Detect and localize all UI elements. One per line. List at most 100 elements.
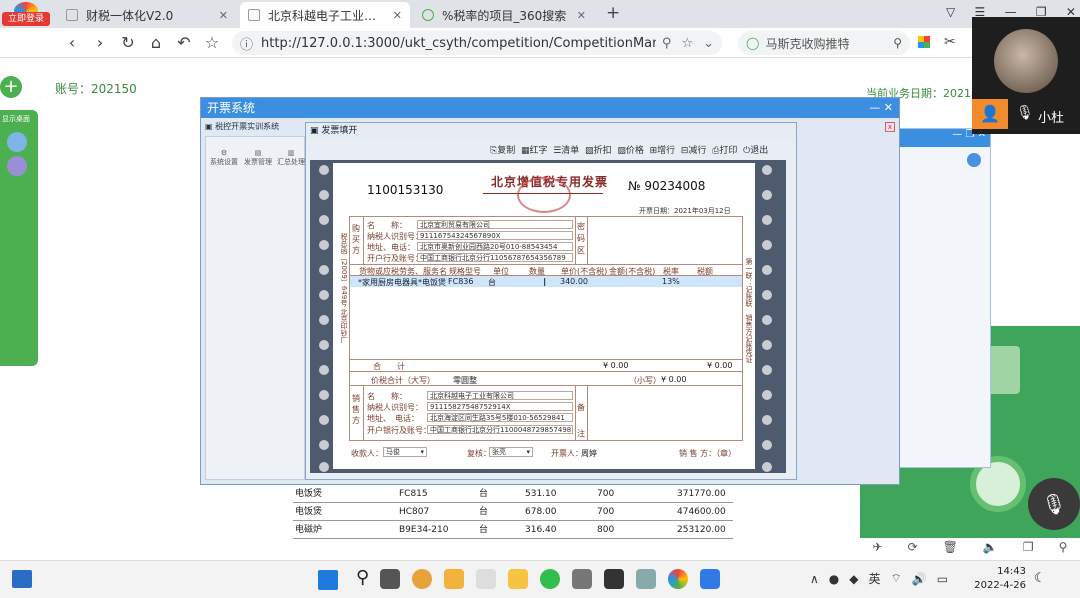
mute-mic-button[interactable]: 🎙	[1028, 478, 1080, 530]
tool-invoice-manage[interactable]: ▤ 发票管理	[242, 149, 274, 167]
seller-tax-field[interactable]: 91115827548752914X	[427, 402, 573, 411]
chevron-down-icon: ▾	[420, 448, 424, 456]
buyer-bank-field[interactable]: 中国工商银行北京分行11056787654356789	[417, 253, 573, 262]
print-button[interactable]: ⎙打印	[712, 146, 737, 156]
apps-icon[interactable]	[918, 36, 930, 48]
close-icon[interactable]: ✕	[577, 9, 586, 22]
dialog-controls[interactable]: — ✕	[869, 98, 893, 118]
app-icon[interactable]	[636, 569, 656, 589]
address-bar[interactable]: ⓘ http://127.0.0.1:3000/ukt_csyth/compet…	[232, 31, 722, 55]
buyer-tax-field[interactable]: 91116754324567890X	[417, 231, 573, 240]
add-row-button[interactable]: ⊞增行	[650, 146, 676, 156]
dialog-title: 开票系统	[207, 101, 256, 115]
copy-button[interactable]: ⎘复制	[490, 146, 515, 156]
refresh-icon[interactable]	[967, 153, 981, 167]
close-icon[interactable]: ✕	[219, 9, 228, 22]
tool-icon[interactable]: ⟳	[908, 540, 918, 558]
price-button[interactable]: ▨价格	[617, 146, 644, 156]
app-icon[interactable]	[444, 569, 464, 589]
back-icon[interactable]: ‹	[62, 33, 82, 53]
trash-icon[interactable]: 🗑	[943, 540, 958, 558]
product-table: 电饭煲 FC815 台 531.10 700 371770.00 电饭煲 HC8…	[293, 485, 733, 541]
chevron-up-icon[interactable]: ∧	[810, 572, 819, 586]
widgets-icon[interactable]	[12, 570, 32, 588]
tool-summary[interactable]: ▥ 汇总处理	[276, 149, 306, 167]
app-icon[interactable]	[476, 569, 496, 589]
meeting-icon[interactable]	[700, 569, 720, 589]
search-icon[interactable]: ⚲	[356, 567, 369, 588]
dialog-close-small[interactable]: x	[885, 122, 895, 132]
buyer-name-field[interactable]: 北京宜利贸易有限公司	[417, 220, 573, 229]
moon-icon[interactable]: ☾	[1034, 571, 1046, 586]
tab-menu-icon[interactable]: ▽	[946, 5, 955, 19]
folder-icon[interactable]	[508, 569, 528, 589]
window-icon[interactable]: ❐	[1023, 540, 1034, 558]
speaker-icon[interactable]: 🔈	[983, 540, 998, 558]
discount-button[interactable]: ▧折扣	[585, 146, 612, 156]
sidebar-icon-settings[interactable]	[7, 156, 27, 176]
browser-icon[interactable]	[668, 569, 688, 589]
clock-date: 2022-4-26	[974, 580, 1026, 591]
invoice-toolbar: ⎘复制 ▦红字 ☰清单 ▧折扣 ▨价格 ⊞增行 ⊟减行 ⎙打印 ⏻退出	[490, 143, 768, 156]
start-button[interactable]	[318, 570, 338, 590]
app-icon[interactable]	[380, 569, 400, 589]
ime-indicator[interactable]: 英	[869, 570, 881, 587]
search-box[interactable]: ◯ 马斯克收购推特 ⚲	[738, 31, 910, 55]
home-icon[interactable]: ⌂	[146, 33, 166, 53]
tray-app-icon[interactable]: ●	[829, 572, 839, 586]
search-icon[interactable]: ⚲	[1059, 540, 1068, 558]
chevron-down-icon[interactable]: ⌄	[703, 36, 714, 51]
tab-kyue[interactable]: 北京科越电子工业有限公司（ ✕	[240, 2, 410, 28]
delete-row-button[interactable]: ⊟减行	[681, 146, 707, 156]
add-circle-button[interactable]: +	[0, 76, 22, 98]
microphone-icon[interactable]: 🎙	[1016, 105, 1034, 121]
invoice-seal	[517, 177, 571, 213]
tray-app-icon[interactable]: ◆	[849, 572, 858, 586]
close-icon[interactable]: ✕	[393, 9, 402, 22]
seller-addr-field[interactable]: 北京海淀区同生路35号5楼010-56529841	[427, 413, 573, 422]
search-icon[interactable]: ⚲	[893, 36, 902, 50]
user-icon: 👤	[972, 99, 1008, 129]
tool-icon[interactable]: ✈	[873, 540, 883, 558]
battery-icon[interactable]: ▭	[937, 572, 948, 586]
scissors-icon[interactable]: ✂	[944, 34, 956, 50]
sidebar-label: 显示桌面	[2, 115, 30, 123]
reviewer-select[interactable]: 张亮 ▾	[489, 447, 533, 457]
search-text: 马斯克收购推特	[765, 36, 850, 51]
sidebar-icon-search[interactable]	[7, 132, 27, 152]
chevron-down-icon: ▾	[526, 448, 530, 456]
search-engine-icon: ◯	[746, 36, 760, 50]
tool-system-settings[interactable]: ⚙ 系统设置	[208, 149, 240, 167]
bookmark-icon[interactable]: ☆	[681, 36, 693, 51]
app-icon[interactable]	[572, 569, 592, 589]
wifi-icon[interactable]: ⌔	[891, 571, 902, 586]
seller-name-field[interactable]: 北京科越电子工业有限公司	[427, 391, 573, 400]
wechat-icon[interactable]	[540, 569, 560, 589]
secret-area-label: 密码区	[577, 222, 585, 255]
invoice-window-title[interactable]: ▣ 发票填开	[306, 123, 796, 139]
app-icon[interactable]	[412, 569, 432, 589]
buyer-addr-field[interactable]: 北京市奥新创业园西路20号010-88543454	[417, 242, 573, 251]
invoice-number: № 90234008	[628, 179, 706, 193]
undo-close-icon[interactable]: ↶	[174, 33, 194, 53]
app-icon[interactable]	[604, 569, 624, 589]
seller-bank-field[interactable]: 中国工商银行北京分行110004872985749811	[427, 425, 573, 434]
reload-icon[interactable]: ↻	[118, 33, 138, 53]
volume-icon[interactable]: 🔊	[912, 572, 927, 586]
payee-select[interactable]: 马俊 ▾	[383, 447, 427, 457]
dialog-title-bar[interactable]: 开票系统 — ✕	[201, 98, 899, 118]
exit-button[interactable]: ⏻退出	[743, 146, 768, 156]
forward-icon[interactable]: ›	[90, 33, 110, 53]
seller-side-label: 销售方	[352, 394, 360, 425]
tab-search[interactable]: %税率的项目_360搜索 ✕	[414, 2, 594, 28]
new-tab-button[interactable]: +	[606, 3, 620, 23]
red-invoice-button[interactable]: ▦红字	[521, 146, 548, 156]
tab-caishui[interactable]: 财税一体化V2.0 ✕	[58, 2, 236, 28]
clock[interactable]: 14:43 2022-4-26	[970, 565, 1026, 593]
favorite-star-icon[interactable]: ☆	[202, 33, 222, 53]
login-badge[interactable]: 立即登录	[2, 12, 50, 26]
search-icon[interactable]: ⚲	[662, 36, 672, 51]
list-button[interactable]: ☰清单	[553, 146, 579, 156]
screen-tools: ✈ ⟳ 🗑 🔈 ❐ ⚲	[860, 540, 1080, 558]
browser-logo[interactable]: 立即登录	[2, 2, 50, 28]
